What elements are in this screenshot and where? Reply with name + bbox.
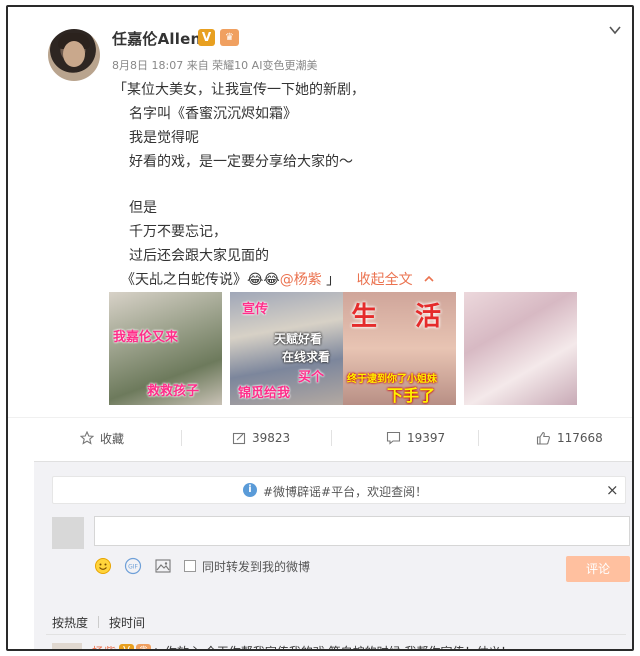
- post-image-3[interactable]: 生 活 终于逮到你了小姐妹 下手了: [343, 292, 456, 405]
- comment-icon: [386, 431, 401, 445]
- post-meta: 8月8日 18:07 来自 荣耀10 AI变色更潮美: [112, 59, 318, 72]
- image-caption: 生: [351, 302, 378, 332]
- avatar[interactable]: [48, 29, 100, 81]
- post-image-1[interactable]: 我嘉伦又来 救救孩子: [109, 292, 222, 405]
- star-icon: [80, 431, 94, 445]
- post-text-line: 我是觉得呢: [129, 130, 199, 146]
- comment-count: 19397: [407, 431, 446, 445]
- info-icon: i: [243, 483, 257, 497]
- comment-tools: GIF 同时转发到我的微博: [94, 556, 310, 576]
- repost-label: 同时转发到我的微博: [202, 559, 311, 574]
- post-text-line: 过后还会跟大家见面的: [129, 248, 269, 264]
- close-quote: 」: [326, 272, 341, 288]
- sort-tabs: 按热度 按时间: [52, 614, 155, 631]
- action-divider: [331, 430, 332, 446]
- avatar-face: [63, 41, 85, 67]
- collapse-label: 收起全文: [356, 272, 413, 288]
- post-image-4[interactable]: [464, 292, 577, 405]
- post-text-line: 名字叫《香蜜沉沉烬如霜》: [129, 106, 297, 122]
- comment-row: 杨紫 V ♛ ：你放心 今天你帮我宣传我的戏 等白蛇的时候 我帮你宣传！仗义！: [52, 642, 512, 650]
- level-badge-icon: ♛: [136, 644, 152, 649]
- collapse-text-button[interactable]: 收起全文: [357, 272, 435, 288]
- comment-panel: i #微博辟谣#平台，欢迎查阅！ × GIF 同时转发到我的微博 评论 按热度 …: [34, 461, 632, 650]
- comment-text: ：你放心 今天你帮我宣传我的戏 等白蛇的时候 我帮你宣传！仗义！: [153, 643, 512, 650]
- post-text-line: 千万不要忘记，: [129, 224, 227, 240]
- post-text-line: 但是: [129, 200, 157, 216]
- emoji-icon[interactable]: [94, 557, 112, 575]
- post-text-line: 好看的戏，是一定要分享给大家的～: [129, 154, 353, 170]
- repost-checkbox[interactable]: 同时转发到我的微博: [184, 558, 310, 575]
- action-divider: [181, 430, 182, 446]
- action-divider: [478, 430, 479, 446]
- like-count: 117668: [557, 431, 603, 445]
- image-caption: 下手了: [387, 386, 436, 405]
- commenter-name[interactable]: 杨紫: [92, 643, 116, 650]
- my-avatar: [52, 517, 84, 549]
- image-caption: 锦觅给我: [238, 386, 291, 401]
- commenter-avatar[interactable]: [52, 643, 82, 649]
- favorite-label: 收藏: [100, 431, 125, 446]
- sort-time-tab[interactable]: 按时间: [109, 614, 145, 631]
- close-icon[interactable]: ×: [606, 481, 619, 499]
- image-caption: 宣传: [242, 302, 269, 317]
- submit-comment-button[interactable]: 评论: [566, 556, 630, 582]
- comment-button[interactable]: 19397: [386, 418, 445, 458]
- level-badge-icon: ♛: [220, 29, 239, 46]
- screenshot-frame: 任嘉伦Allen V ♛ 8月8日 18:07 来自 荣耀10 AI变色更潮美 …: [6, 5, 634, 651]
- repost-icon: [232, 432, 246, 445]
- favorite-button[interactable]: 收藏: [80, 418, 124, 458]
- username[interactable]: 任嘉伦Allen: [112, 28, 201, 49]
- checkbox[interactable]: [184, 560, 196, 572]
- drama-title: 《天乩之白蛇传说》: [121, 272, 247, 288]
- image-caption: 在线求看: [282, 350, 331, 364]
- like-button[interactable]: 117668: [536, 418, 603, 458]
- thumbs-up-icon: [536, 431, 550, 445]
- emoji: 😂😂: [247, 272, 280, 288]
- image-caption: 买个: [298, 370, 325, 385]
- chevron-down-icon[interactable]: [608, 23, 622, 37]
- svg-text:GIF: GIF: [128, 564, 138, 571]
- verified-badge: V: [119, 644, 135, 649]
- sort-hot-tab[interactable]: 按热度: [52, 614, 88, 631]
- image-icon[interactable]: [154, 557, 172, 575]
- weibo-post: 任嘉伦Allen V ♛ 8月8日 18:07 来自 荣耀10 AI变色更潮美 …: [8, 7, 632, 417]
- mention-link[interactable]: @杨紫: [280, 272, 322, 288]
- notice-text[interactable]: #微博辟谣#平台，欢迎查阅！: [263, 483, 427, 500]
- post-text-last-line: 《天乩之白蛇传说》😂😂@杨紫 」 收起全文: [121, 269, 435, 289]
- image-caption: 我嘉伦又来: [113, 330, 179, 345]
- image-caption: 天赋好看: [274, 332, 323, 346]
- comment-input[interactable]: [94, 516, 630, 546]
- gif-icon[interactable]: GIF: [124, 557, 142, 575]
- notice-bar: i #微博辟谣#平台，欢迎查阅！ ×: [52, 476, 626, 504]
- action-bar: 收藏 39823 19397 117668: [8, 417, 632, 457]
- post-image-2[interactable]: 宣传 天赋好看 在线求看 锦觅给我 买个: [230, 292, 343, 405]
- verified-badge: V: [198, 29, 215, 46]
- divider: [46, 634, 626, 635]
- post-text-line: 「某位大美女，让我宣传一下她的新剧，: [113, 82, 365, 98]
- image-caption: 救救孩子: [147, 384, 200, 399]
- chevron-up-icon: [424, 275, 434, 282]
- repost-count: 39823: [252, 431, 291, 445]
- repost-button[interactable]: 39823: [232, 418, 290, 458]
- image-caption: 活: [415, 302, 442, 332]
- tab-divider: [98, 616, 100, 628]
